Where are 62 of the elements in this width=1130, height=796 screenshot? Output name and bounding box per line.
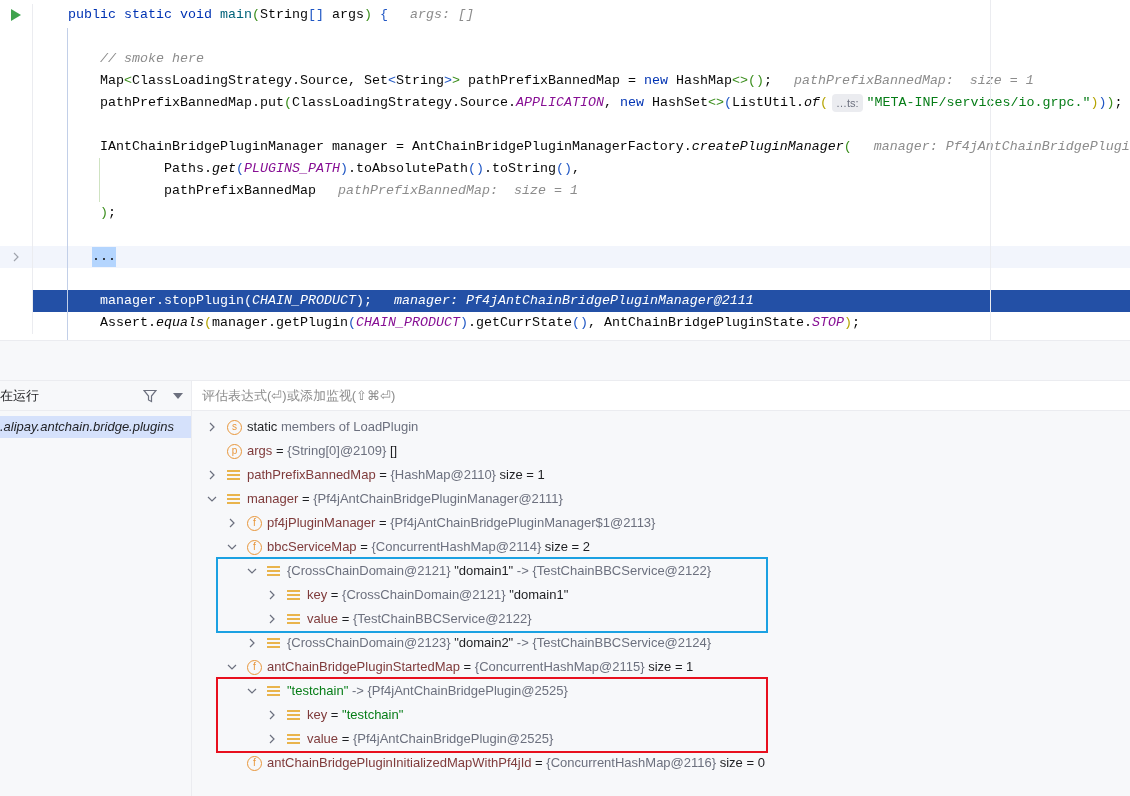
- list-icon: [267, 637, 280, 649]
- variable-label: manager = {Pf4jAntChainBridgePluginManager@2111}: [247, 490, 563, 509]
- expand-chevron-icon[interactable]: [267, 590, 277, 600]
- code-text: manager.stopPlugin(CHAIN_PRODUCT);: [99, 292, 372, 310]
- inline-hint: manager: Pf4jAntChainBridgePlugi: [873, 138, 1130, 156]
- list-icon: [227, 493, 240, 505]
- run-icon[interactable]: [10, 8, 22, 22]
- code-text: pathPrefixBannedMap: [162, 182, 316, 200]
- variable-label: {CrossChainDomain@2121} "domain1" -> {TestChainBBCService@2122}: [287, 562, 712, 581]
- variable-label: antChainBridgePluginStartedMap = {ConcurrentHashMap@2115} size = 1: [267, 658, 694, 677]
- variable-label: args = {String[0]@2109} []: [247, 442, 398, 461]
- variable-label: value = {Pf4jAntChainBridgePlugin@2525}: [307, 730, 554, 749]
- variable-label: value = {TestChainBBCService@2122}: [307, 610, 532, 629]
- variable-label: key = {CrossChainDomain@2121} "domain1": [307, 586, 569, 605]
- variable-label: {CrossChainDomain@2123} "domain2" -> {TestChainBBCService@2124}: [287, 634, 712, 653]
- inline-hint: manager: Pf4jAntChainBridgePluginManager@2111: [393, 292, 754, 310]
- stack-frame[interactable]: .alipay.antchain.bridge.plugins: [0, 416, 191, 438]
- expand-chevron-icon[interactable]: [247, 638, 257, 648]
- variable-label: antChainBridgePluginInitializedMapWithPf4jId = {ConcurrentHashMap@2116} size = 0: [267, 754, 765, 773]
- expand-chevron-icon[interactable]: [207, 470, 217, 480]
- code-text: // smoke here: [99, 50, 204, 68]
- code-text: Paths.get(PLUGINS_PATH).toAbsolutePath().toString(),: [162, 160, 580, 178]
- variable-label: pf4jPluginManager = {Pf4jAntChainBridgePluginManager$1@2113}: [267, 514, 656, 533]
- variable-label: static members of LoadPlugin: [247, 418, 419, 437]
- list-icon: [287, 709, 300, 721]
- evaluate-expression-field[interactable]: 评估表达式(⏎)或添加监视(⇧⌘⏎): [192, 380, 1130, 411]
- code-text: IAntChainBridgePluginManager manager = AntChainBridgePluginManagerFactory.createPluginManager(: [99, 138, 852, 156]
- inline-hint: pathPrefixBannedMap: size = 1: [337, 182, 578, 200]
- expand-chevron-icon[interactable]: [227, 518, 237, 528]
- filter-icon[interactable]: [143, 388, 157, 403]
- collapse-chevron-icon[interactable]: [207, 494, 217, 504]
- variable-label: pathPrefixBannedMap = {HashMap@2110} size = 1: [247, 466, 545, 485]
- code-text: pathPrefixBannedMap.put(ClassLoadingStrategy.Source.APPLICATION, new HashSet<>(ListUtil.of(: [99, 94, 828, 112]
- evaluate-expression-input[interactable]: 评估表达式(⏎)或添加监视(⇧⌘⏎): [200, 384, 1130, 407]
- list-icon: [287, 589, 300, 601]
- list-icon: [287, 613, 300, 625]
- code-text: );: [99, 204, 116, 222]
- parameter-hint: …ts:: [831, 93, 863, 113]
- frames-header: 在运行: [0, 386, 40, 405]
- list-icon: [227, 469, 240, 481]
- list-icon: [267, 565, 280, 577]
- code-text: Map<ClassLoadingStrategy.Source, Set<String>> pathPrefixBannedMap = new HashMap<>();: [99, 72, 772, 90]
- collapse-chevron-icon[interactable]: [227, 542, 237, 552]
- code-text: Assert.equals(manager.getPlugin(CHAIN_PRODUCT).getCurrState(), AntChainBridgePluginState.STOP);: [99, 314, 860, 332]
- expand-chevron-icon[interactable]: [267, 614, 277, 624]
- expand-chevron-icon[interactable]: [267, 734, 277, 744]
- folded-code-marker[interactable]: ...: [92, 247, 116, 267]
- collapse-chevron-icon[interactable]: [247, 566, 257, 576]
- list-icon: [287, 733, 300, 745]
- code-text: public static void main(String[] args) {: [67, 6, 388, 24]
- expand-chevron-icon[interactable]: [267, 710, 277, 720]
- variable-label: bbcServiceMap = {ConcurrentHashMap@2114} size = 2: [267, 538, 590, 557]
- inline-hint: args: []: [409, 6, 474, 24]
- variable-label: "testchain" -> {Pf4jAntChainBridgePlugin@2525}: [287, 682, 568, 701]
- variable-label: key = "testchain": [307, 706, 404, 725]
- expand-chevron-icon[interactable]: [207, 422, 217, 432]
- collapse-chevron-icon[interactable]: [247, 686, 257, 696]
- inline-hint: pathPrefixBannedMap: size = 1: [793, 72, 1034, 90]
- list-icon: [267, 685, 280, 697]
- dropdown-caret-icon[interactable]: [173, 392, 183, 399]
- code-text: "META-INF/services/io.grpc.")));: [866, 94, 1123, 112]
- collapse-chevron-icon[interactable]: [227, 662, 237, 672]
